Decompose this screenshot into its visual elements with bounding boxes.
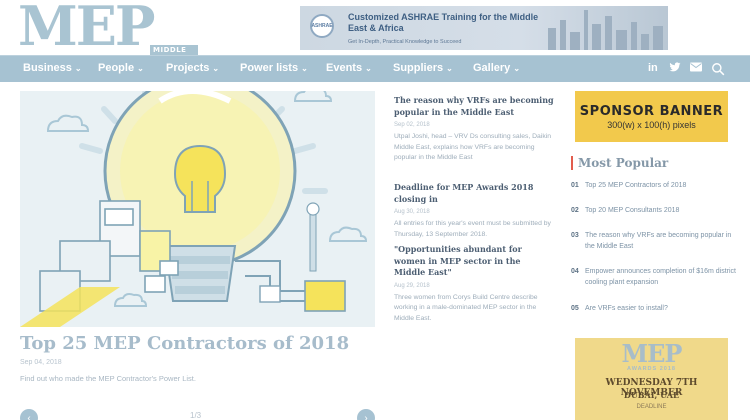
- top-ad-title: Customized ASHRAE Training for the Middl…: [348, 12, 539, 33]
- chevron-right-icon[interactable]: ›: [357, 409, 375, 420]
- popular-link[interactable]: Are VRFs easier to install?: [585, 304, 741, 315]
- most-popular-heading: Most Popular: [571, 156, 668, 170]
- news-item[interactable]: The reason why VRFs are becoming popular…: [394, 95, 554, 164]
- news-item[interactable]: "Opportunities abundant for women in MEP…: [394, 244, 554, 324]
- nav-gallery[interactable]: Gallery ⌄: [473, 62, 520, 74]
- popular-link[interactable]: Empower announces completion of $16m dis…: [585, 267, 741, 289]
- nav-power-lists[interactable]: Power lists ⌄: [240, 62, 308, 74]
- ashrae-badge-icon: ASHRAE: [310, 14, 334, 38]
- chevron-down-icon: ⌄: [365, 64, 372, 73]
- nav-people[interactable]: People ⌄: [98, 62, 144, 74]
- popular-rank: 02: [571, 207, 579, 214]
- sponsor-title: SPONSOR BANNER: [579, 103, 724, 119]
- popular-link[interactable]: The reason why VRFs are becoming popular…: [585, 231, 741, 253]
- popular-rank: 01: [571, 182, 579, 189]
- nav-events[interactable]: Events ⌄: [326, 62, 372, 74]
- news-title[interactable]: Deadline for MEP Awards 2018 closing in: [394, 182, 554, 205]
- awards-place: DUBAI, UAE: [623, 390, 680, 400]
- pager-count: 1/3: [190, 411, 202, 420]
- awards-logo: MEP: [621, 339, 683, 368]
- news-date: Aug 30, 2018: [394, 209, 430, 216]
- linkedin-icon[interactable]: in: [648, 62, 658, 74]
- chevron-down-icon: ⌄: [212, 64, 220, 73]
- hero-title[interactable]: Top 25 MEP Contractors of 2018: [20, 333, 349, 354]
- nav-business[interactable]: Business ⌄: [23, 62, 82, 74]
- popular-link[interactable]: Top 25 MEP Contractors of 2018: [585, 181, 741, 192]
- popular-link[interactable]: Top 20 MEP Consultants 2018: [585, 206, 741, 217]
- sponsor-size: 300(w) x 100(h) pixels: [607, 119, 696, 130]
- chevron-left-icon[interactable]: ‹: [20, 409, 38, 420]
- news-summary: Three women from Corys Build Centre desc…: [394, 293, 538, 322]
- news-title[interactable]: "Opportunities abundant for women in MEP…: [394, 244, 554, 279]
- popular-item[interactable]: 02 Top 20 MEP Consultants 2018: [571, 206, 741, 217]
- city-skyline-image: [538, 6, 668, 50]
- awards-subtitle: AWARDS 2018: [627, 366, 676, 372]
- awards-note: DEADLINE: [636, 404, 667, 410]
- nav-projects[interactable]: Projects ⌄: [166, 62, 219, 74]
- top-banner-ad[interactable]: ASHRAE Customized ASHRAE Training for th…: [300, 6, 668, 50]
- logo-text: MEP: [18, 0, 156, 58]
- twitter-icon[interactable]: [669, 62, 681, 76]
- popular-rank: 05: [571, 305, 579, 312]
- popular-item[interactable]: 04 Empower announces completion of $16m …: [571, 267, 741, 289]
- chevron-down-icon: ⌄: [446, 64, 453, 73]
- main-nav: Business ⌄ People ⌄ Projects ⌄ Power lists ⌄…: [0, 55, 750, 82]
- news-summary: Utpal Joshi, head – VRV Ds consulting sa…: [394, 133, 552, 162]
- news-date: Aug 29, 2018: [394, 282, 430, 289]
- hero-description: Find out who made the MEP Contractor's P…: [20, 374, 196, 383]
- sponsor-banner[interactable]: SPONSOR BANNER 300(w) x 100(h) pixels: [575, 91, 728, 142]
- hero-image[interactable]: [20, 91, 375, 327]
- popular-rank: 03: [571, 232, 579, 239]
- popular-item[interactable]: 05 Are VRFs easier to install?: [571, 304, 741, 315]
- search-icon[interactable]: [711, 62, 725, 79]
- news-date: Sep 02, 2018: [394, 122, 430, 129]
- mail-icon[interactable]: [690, 62, 702, 75]
- awards-banner-ad[interactable]: MEP AWARDS 2018 WEDNESDAY 7TH NOVEMBER D…: [575, 338, 728, 420]
- chevron-down-icon: ⌄: [513, 64, 521, 73]
- news-title[interactable]: The reason why VRFs are becoming popular…: [394, 95, 554, 118]
- top-ad-subtitle: Get In-Depth, Practical Knowledge to Suc…: [348, 39, 462, 45]
- chevron-down-icon: ⌄: [301, 64, 308, 73]
- popular-rank: 04: [571, 268, 579, 275]
- chevron-down-icon: ⌄: [74, 64, 82, 73]
- site-logo[interactable]: MEP MIDDLE EAST: [18, 0, 198, 63]
- news-summary: All entries for this year's event must b…: [394, 220, 551, 238]
- hero-date: Sep 04, 2018: [20, 359, 62, 366]
- chevron-down-icon: ⌄: [137, 64, 144, 73]
- popular-item[interactable]: 03 The reason why VRFs are becoming popu…: [571, 231, 741, 253]
- popular-item[interactable]: 01 Top 25 MEP Contractors of 2018: [571, 181, 741, 192]
- news-item[interactable]: Deadline for MEP Awards 2018 closing in …: [394, 182, 554, 240]
- nav-suppliers[interactable]: Suppliers ⌄: [393, 62, 453, 74]
